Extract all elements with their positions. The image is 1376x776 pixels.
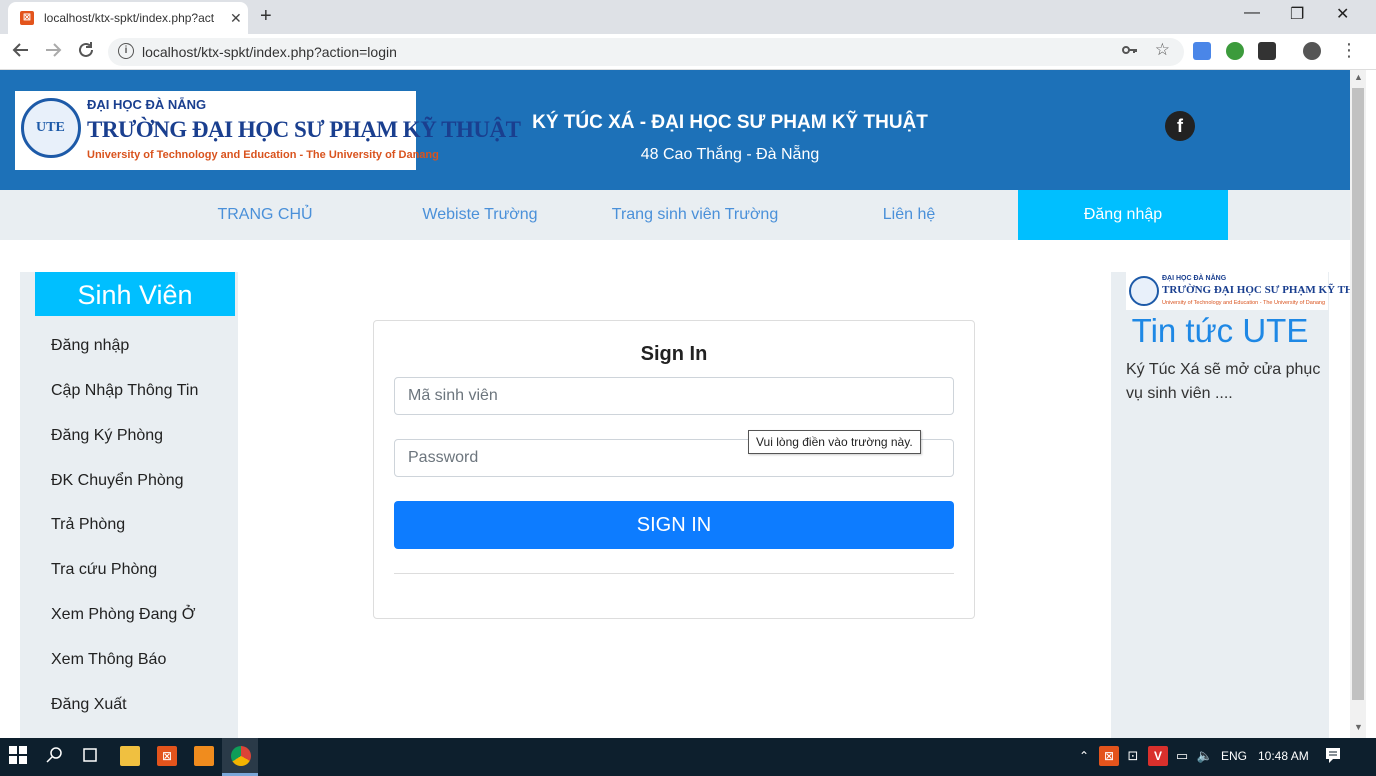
site-header: UTE ĐẠI HỌC ĐÀ NẴNG TRƯỜNG ĐẠI HỌC SƯ PH…	[0, 70, 1350, 190]
divider	[394, 573, 954, 574]
globe-extension-icon[interactable]	[1226, 42, 1244, 60]
browser-tabstrip: ⊠ localhost/ktx-spkt/index.php?act ✕ + —…	[0, 0, 1376, 34]
xampp-icon[interactable]: ⊠	[157, 746, 177, 766]
xampp-favicon-icon: ⊠	[20, 11, 34, 25]
xampp-tray-icon[interactable]: ⊠	[1099, 746, 1119, 766]
file-explorer-icon[interactable]	[120, 746, 140, 766]
site-address: 48 Cao Thắng - Đà Nẵng	[640, 146, 820, 163]
bookmark-star-icon[interactable]: ☆	[1155, 40, 1170, 60]
news-logo-line-3: University of Technology and Education -…	[1162, 300, 1326, 306]
university-logo[interactable]: UTE ĐẠI HỌC ĐÀ NẴNG TRƯỜNG ĐẠI HỌC SƯ PH…	[15, 91, 521, 170]
sign-in-button[interactable]: SIGN IN	[394, 501, 954, 549]
restore-button[interactable]: ❐	[1290, 4, 1304, 24]
sidebar-item-logout[interactable]: Đăng Xuất	[51, 696, 127, 714]
battery-icon[interactable]: ▭	[1172, 746, 1192, 766]
ute-seal-icon	[1129, 276, 1159, 306]
nav-item-school-website[interactable]: Webiste Trường	[375, 190, 585, 240]
back-arrow-icon[interactable]	[12, 41, 30, 64]
sublime-text-icon[interactable]	[194, 746, 214, 766]
student-id-input[interactable]	[394, 377, 954, 415]
scroll-down-icon[interactable]: ▼	[1354, 722, 1363, 732]
tab-close-icon[interactable]: ✕	[230, 10, 242, 27]
show-hidden-icons-icon[interactable]: ⌃	[1074, 746, 1094, 766]
browser-tab[interactable]: ⊠ localhost/ktx-spkt/index.php?act ✕	[8, 2, 248, 34]
translate-extension-icon[interactable]	[1193, 42, 1211, 60]
main-nav: TRANG CHỦ Webiste Trường Trang sinh viên…	[0, 190, 1350, 240]
login-title: Sign In	[640, 343, 708, 365]
network-tray-icon[interactable]: ⊡	[1123, 746, 1143, 766]
clock[interactable]: 10:48 AM	[1258, 749, 1309, 763]
menu-dots-icon[interactable]: ⋮	[1340, 40, 1358, 61]
news-logo-line-2: TRƯỜNG ĐẠI HỌC SƯ PHẠM KỸ THUẬT	[1162, 284, 1350, 296]
sidebar-item-change-room[interactable]: ĐK Chuyển Phòng	[51, 472, 184, 490]
new-tab-button[interactable]: +	[260, 5, 272, 28]
password-key-icon[interactable]	[1122, 42, 1138, 62]
sidebar-item-lookup-room[interactable]: Tra cứu Phòng	[51, 561, 157, 579]
close-window-button[interactable]: ✕	[1336, 4, 1349, 24]
volume-icon[interactable]: 🔈	[1195, 746, 1215, 766]
windows-start-icon[interactable]	[8, 746, 28, 766]
sidebar-item-update-info[interactable]: Cập Nhập Thông Tin	[51, 382, 198, 400]
facebook-icon[interactable]: f	[1165, 111, 1195, 141]
student-sidebar: Sinh Viên Đăng nhập Cập Nhập Thông Tin Đ…	[20, 272, 238, 738]
logo-line-3: University of Technology and Education -…	[87, 149, 439, 161]
page-content: UTE ĐẠI HỌC ĐÀ NẴNG TRƯỜNG ĐẠI HỌC SƯ PH…	[0, 70, 1350, 738]
reload-icon[interactable]	[77, 41, 95, 64]
url-text[interactable]: localhost/ktx-spkt/index.php?action=logi…	[142, 44, 397, 60]
news-title[interactable]: Tin tức UTE	[1111, 312, 1329, 350]
browser-toolbar: i localhost/ktx-spkt/index.php?action=lo…	[0, 34, 1376, 70]
minimize-button[interactable]: —	[1244, 4, 1260, 22]
login-card: Sign In SIGN IN	[373, 320, 975, 619]
news-body: Ký Túc Xá sẽ mở cửa phục vụ sinh viên ..…	[1126, 361, 1321, 402]
sidebar-title: Sinh Viên	[35, 272, 235, 316]
nav-item-login[interactable]: Đăng nhập	[1018, 190, 1228, 240]
tab-title: localhost/ktx-spkt/index.php?act	[44, 11, 215, 25]
cube-extension-icon[interactable]	[1258, 42, 1276, 60]
validation-tooltip: Vui lòng điền vào trường này.	[748, 430, 921, 454]
address-bar[interactable]: i localhost/ktx-spkt/index.php?action=lo…	[108, 38, 1184, 66]
scrollbar-thumb[interactable]	[1352, 88, 1364, 700]
sidebar-item-login[interactable]: Đăng nhập	[51, 337, 129, 355]
windows-taskbar: ⊠ ⌃ ⊠ ⊡ V ▭ 🔈 ENG 10:48 AM	[0, 738, 1376, 776]
nav-item-contact[interactable]: Liên hệ	[804, 190, 1014, 240]
news-logo-line-1: ĐẠI HỌC ĐÀ NẴNG	[1162, 275, 1227, 282]
news-logo: ĐẠI HỌC ĐÀ NẴNG TRƯỜNG ĐẠI HỌC SƯ PHẠM K…	[1126, 272, 1350, 310]
site-title: KÝ TÚC XÁ - ĐẠI HỌC SƯ PHẠM KỸ THUẬT	[532, 112, 928, 133]
sidebar-item-return-room[interactable]: Trả Phòng	[51, 516, 125, 534]
sidebar-item-current-room[interactable]: Xem Phòng Đang Ở	[51, 606, 195, 624]
sidebar-item-register-room[interactable]: Đăng Ký Phòng	[51, 427, 163, 445]
site-info-icon[interactable]: i	[118, 43, 134, 59]
search-icon[interactable]	[45, 746, 65, 766]
chrome-icon[interactable]	[231, 746, 251, 766]
news-panel: ĐẠI HỌC ĐÀ NẴNG TRƯỜNG ĐẠI HỌC SƯ PHẠM K…	[1111, 272, 1350, 738]
ute-seal-icon: UTE	[21, 98, 81, 158]
profile-avatar[interactable]	[1303, 42, 1321, 60]
page-scrollbar[interactable]: ▲ ▼	[1350, 70, 1366, 738]
scroll-up-icon[interactable]: ▲	[1354, 72, 1363, 82]
nav-item-student-page[interactable]: Trang sinh viên Trường	[590, 190, 800, 240]
language-indicator[interactable]: ENG	[1221, 749, 1247, 763]
forward-arrow-icon[interactable]	[44, 41, 62, 64]
antivirus-tray-icon[interactable]: V	[1148, 746, 1168, 766]
nav-item-home[interactable]: TRANG CHỦ	[160, 190, 370, 240]
logo-line-1: ĐẠI HỌC ĐÀ NẴNG	[87, 97, 207, 112]
sidebar-item-notifications[interactable]: Xem Thông Báo	[51, 651, 166, 669]
notifications-icon[interactable]	[1323, 746, 1343, 766]
task-view-icon[interactable]	[80, 746, 100, 766]
